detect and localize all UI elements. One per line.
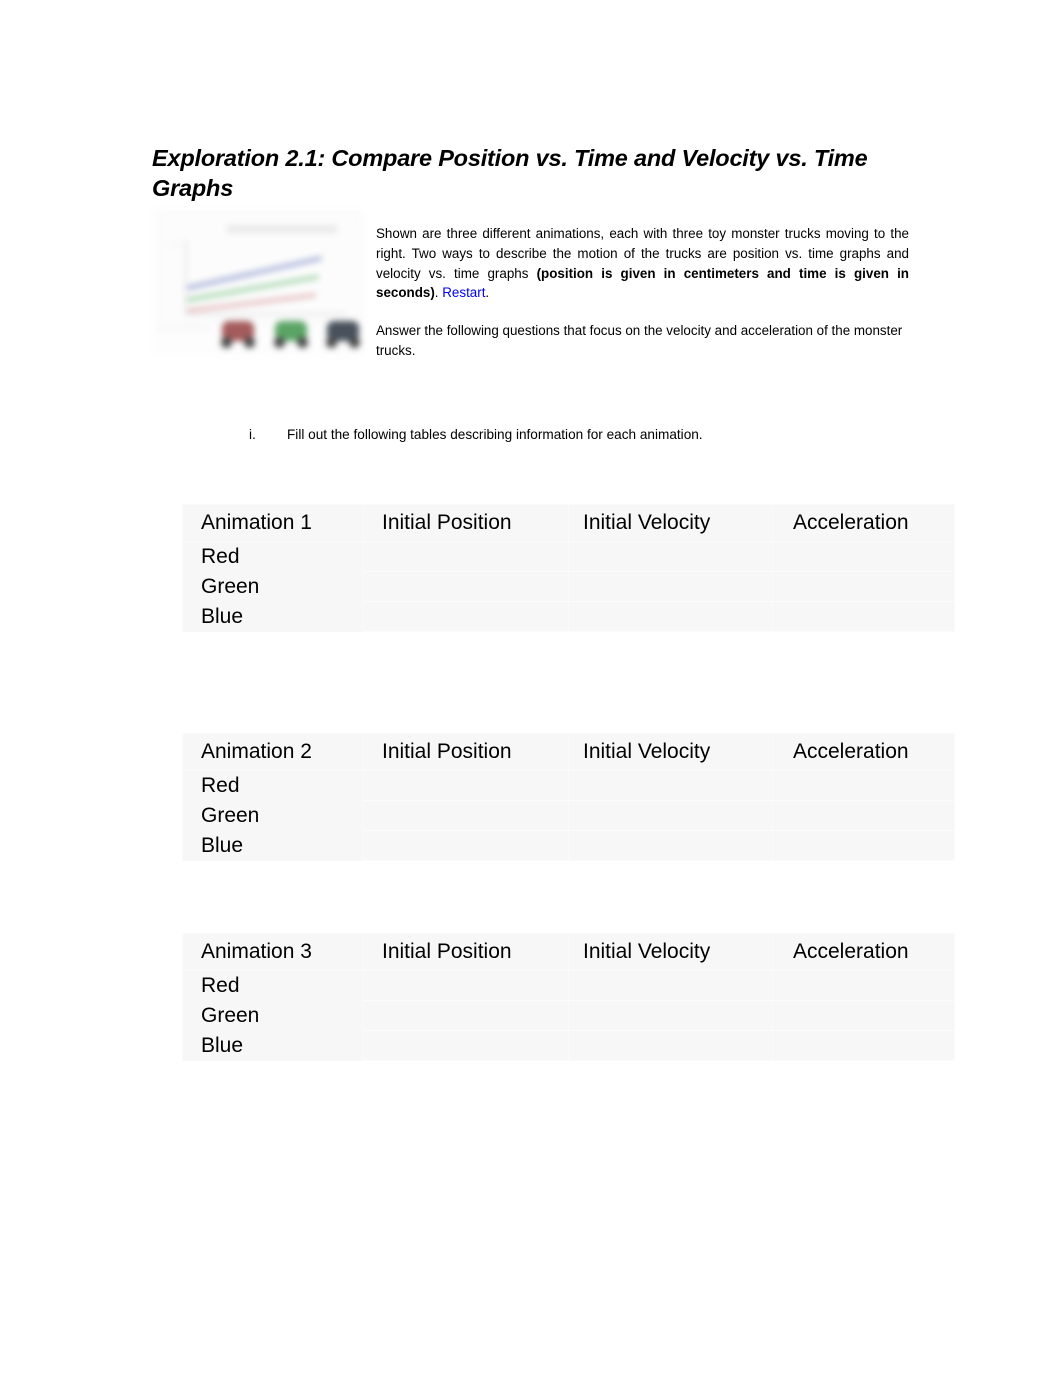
table-header-acceleration: Acceleration bbox=[772, 504, 955, 542]
preview-x-axis bbox=[185, 313, 345, 315]
cell-blue-initial-position[interactable] bbox=[363, 1030, 569, 1061]
cell-blue-acceleration[interactable] bbox=[772, 830, 955, 861]
cell-green-acceleration[interactable] bbox=[772, 571, 955, 602]
cell-red-initial-velocity[interactable] bbox=[568, 970, 773, 1001]
truck-red-wheel-left bbox=[221, 337, 232, 348]
truck-red-icon bbox=[218, 319, 258, 349]
preview-row-labels bbox=[158, 327, 210, 353]
cell-blue-initial-velocity[interactable] bbox=[568, 830, 773, 861]
truck-blue-wheel-left bbox=[326, 337, 337, 348]
cell-red-acceleration[interactable] bbox=[772, 970, 955, 1001]
truck-red-wheel-right bbox=[244, 337, 255, 348]
cell-red-acceleration[interactable] bbox=[772, 541, 955, 572]
intro-paragraph-block: Shown are three different animations, ea… bbox=[376, 224, 909, 303]
preview-y-axis bbox=[185, 240, 187, 314]
question-list-item: i. Fill out the following tables describi… bbox=[249, 425, 889, 444]
cell-green-initial-velocity[interactable] bbox=[568, 1000, 773, 1031]
cell-red-initial-velocity[interactable] bbox=[568, 770, 773, 801]
cell-green-initial-position[interactable] bbox=[363, 1000, 569, 1031]
cell-blue-initial-position[interactable] bbox=[363, 830, 569, 861]
truck-blue-wheel-right bbox=[349, 337, 360, 348]
table-header-animation: Animation 2 bbox=[182, 733, 364, 771]
cell-green-initial-position[interactable] bbox=[363, 571, 569, 602]
preview-line-blue bbox=[186, 256, 323, 290]
intro-paragraph-2: Answer the following questions that focu… bbox=[376, 323, 903, 358]
row-label-green: Green bbox=[182, 571, 364, 602]
intro-text-end: . bbox=[485, 285, 490, 301]
table-header-acceleration: Acceleration bbox=[772, 933, 955, 971]
truck-blue-icon bbox=[323, 319, 363, 349]
table-header-animation: Animation 1 bbox=[182, 504, 364, 542]
table-header-initial-velocity: Initial Velocity bbox=[568, 733, 773, 771]
row-label-blue: Blue bbox=[182, 830, 364, 861]
cell-red-initial-position[interactable] bbox=[363, 541, 569, 572]
table-header-row: Animation 2 Initial Position Initial Vel… bbox=[182, 733, 955, 771]
table-header-row: Animation 3 Initial Position Initial Vel… bbox=[182, 933, 955, 971]
table-row: Blue bbox=[182, 1030, 955, 1061]
preview-axis-ticks bbox=[167, 244, 181, 304]
table-row: Green bbox=[182, 800, 955, 831]
preview-caption-bar bbox=[227, 225, 337, 233]
table-header-initial-velocity: Initial Velocity bbox=[568, 504, 773, 542]
cell-blue-acceleration[interactable] bbox=[772, 601, 955, 632]
truck-green-wheel-left bbox=[274, 337, 285, 348]
row-label-blue: Blue bbox=[182, 601, 364, 632]
table-row: Blue bbox=[182, 601, 955, 632]
cell-blue-acceleration[interactable] bbox=[772, 1030, 955, 1061]
cell-green-initial-velocity[interactable] bbox=[568, 571, 773, 602]
table-row: Red bbox=[182, 970, 955, 1001]
table-header-animation: Animation 3 bbox=[182, 933, 364, 971]
animation-preview-thumbnail[interactable] bbox=[152, 209, 366, 357]
table-row: Red bbox=[182, 770, 955, 801]
cell-green-initial-velocity[interactable] bbox=[568, 800, 773, 831]
restart-link[interactable]: Restart bbox=[442, 285, 485, 300]
row-label-green: Green bbox=[182, 800, 364, 831]
row-label-red: Red bbox=[182, 541, 364, 572]
cell-green-acceleration[interactable] bbox=[772, 1000, 955, 1031]
row-label-red: Red bbox=[182, 770, 364, 801]
table-row: Red bbox=[182, 541, 955, 572]
table-header-initial-position: Initial Position bbox=[363, 733, 569, 771]
cell-red-acceleration[interactable] bbox=[772, 770, 955, 801]
cell-blue-initial-velocity[interactable] bbox=[568, 1030, 773, 1061]
table-header-initial-position: Initial Position bbox=[363, 504, 569, 542]
cell-green-initial-position[interactable] bbox=[363, 800, 569, 831]
truck-green-wheel-right bbox=[297, 337, 308, 348]
truck-green-icon bbox=[271, 319, 311, 349]
row-label-blue: Blue bbox=[182, 1030, 364, 1061]
table-header-initial-position: Initial Position bbox=[363, 933, 569, 971]
table-header-acceleration: Acceleration bbox=[772, 733, 955, 771]
table-row: Green bbox=[182, 1000, 955, 1031]
question-text: Fill out the following tables describing… bbox=[287, 427, 703, 442]
question-marker: i. bbox=[249, 427, 256, 442]
table-header-initial-velocity: Initial Velocity bbox=[568, 933, 773, 971]
document-page: Exploration 2.1: Compare Position vs. Ti… bbox=[0, 0, 1062, 1377]
animation-2-table: Animation 2 Initial Position Initial Vel… bbox=[182, 733, 955, 861]
table-row: Green bbox=[182, 571, 955, 602]
intro-paragraph-1: Shown are three different animations, ea… bbox=[376, 224, 909, 303]
table-row: Blue bbox=[182, 830, 955, 861]
page-title: Exploration 2.1: Compare Position vs. Ti… bbox=[152, 145, 868, 201]
animation-1-table: Animation 1 Initial Position Initial Vel… bbox=[182, 504, 955, 632]
row-label-red: Red bbox=[182, 970, 364, 1001]
cell-red-initial-position[interactable] bbox=[363, 970, 569, 1001]
row-label-green: Green bbox=[182, 1000, 364, 1031]
preview-graph-panel bbox=[160, 213, 360, 323]
cell-red-initial-velocity[interactable] bbox=[568, 541, 773, 572]
table-header-row: Animation 1 Initial Position Initial Vel… bbox=[182, 504, 955, 542]
cell-green-acceleration[interactable] bbox=[772, 800, 955, 831]
cell-blue-initial-position[interactable] bbox=[363, 601, 569, 632]
animation-3-table: Animation 3 Initial Position Initial Vel… bbox=[182, 933, 955, 1061]
cell-red-initial-position[interactable] bbox=[363, 770, 569, 801]
cell-blue-initial-velocity[interactable] bbox=[568, 601, 773, 632]
